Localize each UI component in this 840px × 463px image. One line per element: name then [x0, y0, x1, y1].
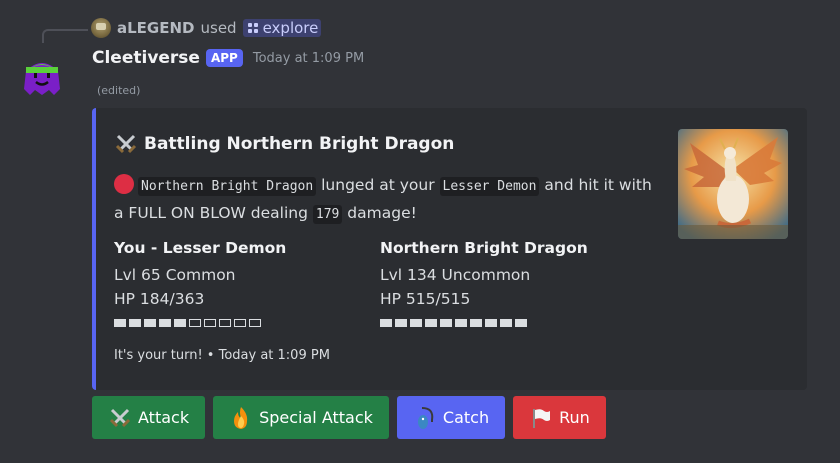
hp-bar-segment: [470, 319, 482, 327]
enemy-name-code: Northern Bright Dragon: [138, 177, 317, 196]
hp-bar-segment: [485, 319, 497, 327]
attack-label: Attack: [138, 408, 190, 427]
slash-command-icon: [247, 23, 258, 33]
special-attack-button[interactable]: Special Attack: [213, 396, 389, 439]
embed-title: Battling Northern Bright Dragon: [114, 132, 454, 156]
player-hp: HP 184/363: [114, 290, 205, 308]
hp-bar-segment: [144, 319, 156, 327]
enemy-hp: HP 515/515: [380, 290, 471, 308]
app-badge: APP: [205, 49, 243, 67]
hp-bar-segment: [234, 319, 246, 327]
crossed-swords-icon: [108, 406, 132, 430]
message-timestamp: Today at 1:09 PM: [252, 50, 365, 66]
author-name[interactable]: Cleetiverse: [92, 48, 200, 68]
reply-connector: [42, 29, 88, 43]
hp-bar-segment: [189, 319, 201, 327]
action-buttons: Attack Special Attack Catch Run: [92, 396, 606, 439]
hp-bar-segment: [500, 319, 512, 327]
hp-bar-segment: [219, 319, 231, 327]
run-button[interactable]: Run: [513, 396, 606, 439]
hp-bar-segment: [249, 319, 261, 327]
crossed-swords-icon: [114, 132, 138, 156]
fire-icon: [229, 406, 253, 430]
catch-label: Catch: [442, 408, 490, 427]
command-name: explore: [262, 19, 319, 37]
embed-title-text: Battling Northern Bright Dragon: [144, 134, 455, 154]
hp-bar-segment: [174, 319, 186, 327]
hp-bar-segment: [159, 319, 171, 327]
command-mention[interactable]: explore: [242, 19, 322, 37]
reply-avatar[interactable]: [91, 18, 111, 38]
reply-header: aLEGEND used explore: [91, 17, 322, 39]
damage-code: 179: [312, 205, 343, 224]
player-monster-code: Lesser Demon: [439, 177, 540, 196]
hp-bar-segment: [114, 319, 126, 327]
hp-bar-segment: [129, 319, 141, 327]
battle-embed: Battling Northern Bright Dragon Northern…: [92, 108, 807, 390]
hp-bar-segment: [425, 319, 437, 327]
message-header: Cleetiverse APP Today at 1:09 PM: [92, 48, 364, 68]
reply-used-text: used: [200, 19, 237, 37]
desc-text-3: damage!: [347, 204, 417, 222]
player-level: Lvl 65 Common: [114, 266, 236, 284]
catch-button[interactable]: Catch: [396, 396, 506, 439]
embed-description: Northern Bright Dragon lunged at your Le…: [114, 172, 659, 228]
desc-text-1: lunged at your: [321, 176, 435, 194]
dragon-thumbnail[interactable]: [678, 129, 788, 239]
hp-bar-segment: [515, 319, 527, 327]
hp-bar-segment: [395, 319, 407, 327]
player-hp-bar: [114, 319, 286, 327]
enemy-field: Northern Bright Dragon Lvl 134 Uncommon …: [380, 236, 588, 327]
avatar[interactable]: [20, 55, 64, 99]
reply-username[interactable]: aLEGEND: [117, 19, 195, 37]
red-circle-icon: [114, 174, 134, 194]
hp-bar-segment: [204, 319, 216, 327]
white-flag-icon: [529, 406, 553, 430]
edited-label: (edited): [97, 84, 141, 97]
hp-bar-segment: [410, 319, 422, 327]
hp-bar-segment: [440, 319, 452, 327]
dragon-image-icon: [678, 129, 788, 239]
hp-bar-segment: [380, 319, 392, 327]
embed-footer: It's your turn! • Today at 1:09 PM: [114, 348, 330, 363]
hp-bar-segment: [455, 319, 467, 327]
bot-avatar-icon: [24, 63, 60, 95]
enemy-field-name: Northern Bright Dragon: [380, 239, 588, 257]
enemy-level: Lvl 134 Uncommon: [380, 266, 531, 284]
attack-button[interactable]: Attack: [92, 396, 206, 439]
enemy-hp-bar: [380, 319, 588, 327]
fishing-pole-icon: [413, 406, 437, 430]
player-field: You - Lesser Demon Lvl 65 Common HP 184/…: [114, 236, 286, 327]
run-label: Run: [559, 408, 590, 427]
player-field-name: You - Lesser Demon: [114, 239, 287, 257]
special-attack-label: Special Attack: [259, 408, 373, 427]
